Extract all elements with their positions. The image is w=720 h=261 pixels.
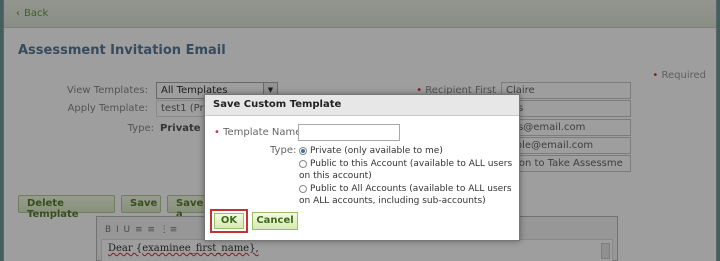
save-template-dialog: Save Custom Template • Template Name: Ty… xyxy=(204,94,520,241)
type-label: Type: xyxy=(270,145,297,156)
radio-public-account[interactable]: Public to this Account (available to ALL… xyxy=(299,158,515,182)
radio-private[interactable]: Private (only available to me) xyxy=(299,145,511,157)
radio-unselected-icon xyxy=(299,159,307,168)
radio-public-all[interactable]: Public to All Accounts (available to ALL… xyxy=(299,183,515,207)
ok-highlight: OK xyxy=(210,209,248,233)
ok-button[interactable]: OK xyxy=(214,213,244,229)
template-name-input[interactable] xyxy=(298,124,400,141)
dialog-title: Save Custom Template xyxy=(205,95,519,116)
radio-selected-icon xyxy=(299,146,307,155)
cancel-button[interactable]: Cancel xyxy=(252,212,298,230)
radio-unselected-icon xyxy=(299,184,307,193)
template-name-label: • Template Name: xyxy=(214,127,305,138)
